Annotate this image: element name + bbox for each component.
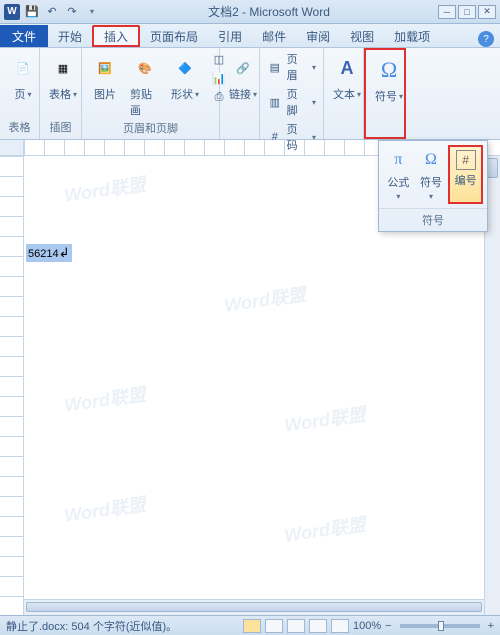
horizontal-scrollbar[interactable] (24, 599, 484, 615)
textbox-button[interactable]: A 文本▾ (328, 50, 366, 104)
equation-button[interactable]: π 公式 ▾ (383, 145, 414, 204)
number-button[interactable]: # 编号 (448, 145, 483, 204)
omega-icon: Ω (374, 54, 404, 86)
window-title: 文档2 - Microsoft Word (100, 3, 438, 20)
word-app-icon[interactable]: W (4, 4, 20, 20)
undo-icon[interactable]: ↶ (44, 4, 60, 20)
clipart-button[interactable]: 🎨 剪贴画 (126, 50, 164, 120)
shapes-icon: 🔷 (170, 52, 200, 84)
pagenumber-button[interactable]: #页码▾ (264, 120, 319, 154)
maximize-button[interactable]: □ (458, 5, 476, 19)
symbol-dropdown-panel: π 公式 ▾ Ω 符号 ▾ # 编号 符号 (378, 140, 488, 232)
qat-dropdown-icon[interactable]: ▾ (84, 4, 100, 20)
footer-button[interactable]: ▥页脚▾ (264, 85, 319, 119)
save-icon[interactable]: 💾 (24, 4, 40, 20)
watermark: Word联盟 (63, 380, 147, 417)
tab-file[interactable]: 文件 (0, 25, 48, 47)
group-label-tables: 表格 (4, 119, 35, 137)
title-bar: W 💾 ↶ ↷ ▾ 文档2 - Microsoft Word ─ □ ✕ (0, 0, 500, 24)
header-button[interactable]: ▤页眉▾ (264, 50, 319, 84)
symbol-menu-button[interactable]: Ω 符号 ▾ (416, 145, 447, 204)
picture-button[interactable]: 🖼️ 图片 (86, 50, 124, 104)
dropdown-group-label: 符号 (379, 208, 487, 231)
watermark: Word联盟 (223, 280, 307, 317)
status-bar: 静止了.docx: 504 个字符(近似值)。 100% − + (0, 615, 500, 635)
number-icon: # (456, 150, 476, 170)
tab-home[interactable]: 开始 (48, 25, 92, 47)
link-icon: 🔗 (228, 52, 258, 84)
tab-layout[interactable]: 页面布局 (140, 25, 208, 47)
table-button[interactable]: ▦ 表格▾ (44, 50, 82, 104)
ribbon-insert: 📄 页▾ 表格 ▦ 表格▾ 插图 🖼️ 图片 🎨 剪贴画 🔷 (0, 48, 500, 140)
watermark: Word联盟 (283, 400, 367, 437)
ruler-corner (0, 140, 24, 155)
omega-small-icon: Ω (419, 148, 443, 172)
zoom-slider[interactable] (400, 624, 480, 628)
minimize-button[interactable]: ─ (438, 5, 456, 19)
zoom-out-button[interactable]: − (385, 620, 391, 632)
scroll-thumb[interactable] (487, 158, 498, 178)
group-symbols: Ω 符号▾ (364, 48, 406, 139)
watermark: Word联盟 (63, 170, 147, 207)
help-icon[interactable]: ? (478, 31, 494, 47)
tab-insert[interactable]: 插入 (92, 25, 140, 47)
group-links: 🔗 链接▾ (220, 48, 260, 139)
vertical-ruler[interactable] (0, 156, 24, 615)
footer-icon: ▥ (267, 94, 283, 110)
quick-access-toolbar: 💾 ↶ ↷ ▾ (24, 4, 100, 20)
shapes-button[interactable]: 🔷 形状▾ (166, 50, 204, 104)
window-buttons: ─ □ ✕ (438, 5, 496, 19)
pagenum-icon: # (267, 129, 283, 145)
group-label-illust: 插图 (44, 119, 77, 137)
redo-icon[interactable]: ↷ (64, 4, 80, 20)
pi-icon: π (386, 148, 410, 172)
view-draft[interactable] (331, 619, 349, 633)
clipart-icon: 🎨 (130, 52, 160, 84)
group-headerfooter: ▤页眉▾ ▥页脚▾ #页码▾ (260, 48, 324, 139)
watermark: Word联盟 (283, 510, 367, 547)
symbol-button[interactable]: Ω 符号▾ (370, 52, 408, 106)
group-illustrations: 🖼️ 图片 🎨 剪贴画 🔷 形状▾ ◫ 📊 ⎙ 页眉和页脚 (82, 48, 220, 139)
picture-icon: 🖼️ (90, 52, 120, 84)
textbox-icon: A (332, 52, 362, 84)
group-pages: 📄 页▾ 表格 (0, 48, 40, 139)
close-button[interactable]: ✕ (478, 5, 496, 19)
view-outline[interactable] (309, 619, 327, 633)
tab-view[interactable]: 视图 (340, 25, 384, 47)
page-icon: 📄 (8, 52, 38, 84)
ribbon-tabs: 文件 开始 插入 页面布局 引用 邮件 审阅 视图 加载项 ? (0, 24, 500, 48)
group-text: A 文本▾ (324, 48, 364, 139)
view-web[interactable] (287, 619, 305, 633)
tab-references[interactable]: 引用 (208, 25, 252, 47)
selected-text[interactable]: 56214↲ (26, 244, 72, 262)
zoom-level[interactable]: 100% (353, 620, 381, 632)
group-tables: ▦ 表格▾ 插图 (40, 48, 82, 139)
tab-mailings[interactable]: 邮件 (252, 25, 296, 47)
watermark: Word联盟 (63, 490, 147, 527)
table-icon: ▦ (48, 52, 78, 84)
view-print-layout[interactable] (243, 619, 261, 633)
zoom-in-button[interactable]: + (488, 620, 494, 632)
scroll-h-thumb[interactable] (26, 602, 482, 612)
view-fullscreen[interactable] (265, 619, 283, 633)
zoom-slider-thumb[interactable] (438, 621, 444, 631)
hyperlink-button[interactable]: 🔗 链接▾ (224, 50, 262, 104)
header-icon: ▤ (267, 59, 283, 75)
tab-addins[interactable]: 加载项 (384, 25, 440, 47)
pages-button[interactable]: 📄 页▾ (4, 50, 42, 104)
group-label-headerfooter: 页眉和页脚 (86, 120, 215, 138)
tab-review[interactable]: 审阅 (296, 25, 340, 47)
status-text: 静止了.docx: 504 个字符(近似值)。 (6, 618, 177, 634)
